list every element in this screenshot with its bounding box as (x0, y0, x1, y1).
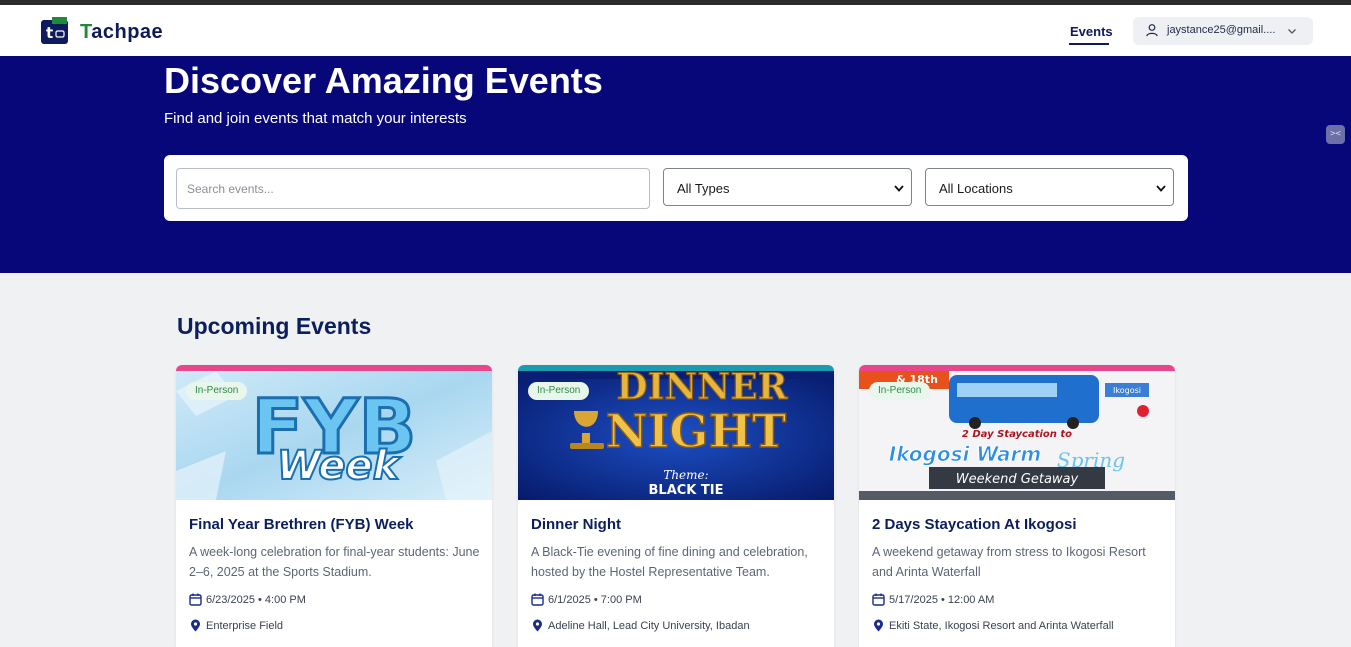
location-filter-select[interactable]: All Locations (925, 168, 1174, 206)
event-title[interactable]: Dinner Night (531, 516, 621, 533)
image-text: Ikogosi (1113, 386, 1141, 395)
image-text: BLACK TIE (649, 483, 724, 498)
event-type-badge: In-Person (528, 382, 590, 400)
image-text: Week (277, 443, 402, 489)
active-tab-indicator (1069, 43, 1109, 45)
image-text: DINNER (616, 371, 788, 408)
user-email: jaystance25@gmail.... (1167, 24, 1276, 36)
type-filter-select[interactable]: All Types (663, 168, 912, 206)
event-description: A Black-Tie evening of fine dining and c… (531, 545, 808, 579)
map-pin-icon (191, 619, 200, 632)
user-menu-button[interactable]: jaystance25@gmail.... (1133, 17, 1313, 45)
event-type-badge: In-Person (869, 382, 931, 400)
page-subtitle: Find and join events that match your int… (164, 110, 467, 127)
event-title[interactable]: 2 Days Staycation At Ikogosi (872, 516, 1077, 533)
calendar-icon (872, 593, 885, 606)
chevron-down-icon (894, 185, 904, 192)
section-title: Upcoming Events (177, 313, 372, 339)
hero-banner: Discover Amazing Events Find and join ev… (0, 56, 1351, 273)
image-text: Theme: (663, 468, 708, 482)
user-icon (1146, 24, 1158, 37)
chevron-down-icon (1156, 185, 1166, 192)
image-text: 2 Day Staycation to (962, 429, 1072, 440)
map-pin-icon (533, 619, 542, 632)
image-text: Ikogosi Warm (889, 442, 1041, 466)
svg-text:t: t (46, 24, 53, 42)
event-card[interactable]: & 18th Ikogosi 2 Day Staycation to Ikogo… (859, 365, 1175, 647)
event-description: A weekend getaway from stress to Ikogosi… (872, 545, 1146, 579)
chevron-down-icon (1288, 29, 1296, 34)
event-type-badge: In-Person (186, 382, 248, 400)
brand-name[interactable]: Tachpae (80, 21, 163, 44)
nav-events-link[interactable]: Events (1070, 24, 1113, 39)
event-card[interactable]: FYB Week In-Person Final Year Brethren (… (176, 365, 492, 647)
search-filter-panel: All Types All Locations (164, 155, 1188, 221)
image-text: Weekend Getaway (956, 472, 1079, 487)
extension-widget-icon[interactable]: >< (1326, 125, 1345, 144)
search-input[interactable] (176, 168, 650, 209)
calendar-icon (531, 593, 544, 606)
top-navbar: t Tachpae Events jaystance25@gmail.... (0, 5, 1351, 56)
type-filter-value: All Types (677, 181, 730, 196)
event-description: A week-long celebration for final-year s… (189, 545, 480, 579)
map-pin-icon (874, 619, 883, 632)
event-title[interactable]: Final Year Brethren (FYB) Week (189, 516, 414, 533)
image-text: NIGHT (606, 404, 787, 458)
logo-icon[interactable]: t (40, 16, 69, 45)
event-card[interactable]: DINNER NIGHT Theme: BLACK TIE In-Person … (518, 365, 834, 647)
location-filter-value: All Locations (939, 181, 1013, 196)
page-title: Discover Amazing Events (164, 60, 603, 101)
calendar-icon (189, 593, 202, 606)
